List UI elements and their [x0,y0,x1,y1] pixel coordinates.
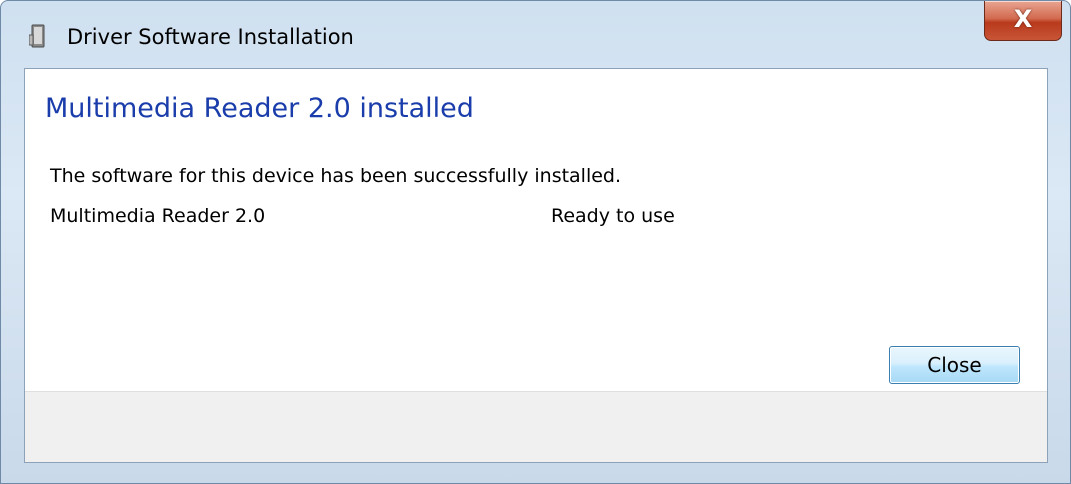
dialog-client-area: Multimedia Reader 2.0 installed The soft… [24,68,1048,463]
titlebar-close-button[interactable]: X [984,1,1062,41]
device-installer-icon [29,24,45,48]
close-icon: X [1013,5,1033,33]
dialog-footer [25,391,1047,462]
dialog-content: Multimedia Reader 2.0 installed The soft… [25,69,1047,391]
window-title: Driver Software Installation [67,25,354,49]
device-name: Multimedia Reader 2.0 [50,205,266,227]
title-bar[interactable]: Driver Software Installation X [1,1,1070,69]
device-status: Ready to use [551,205,675,227]
driver-installation-window: Driver Software Installation X Multimedi… [0,0,1071,484]
close-button[interactable]: Close [889,346,1020,384]
page-title: Multimedia Reader 2.0 installed [45,93,474,124]
status-message: The software for this device has been su… [50,165,622,187]
